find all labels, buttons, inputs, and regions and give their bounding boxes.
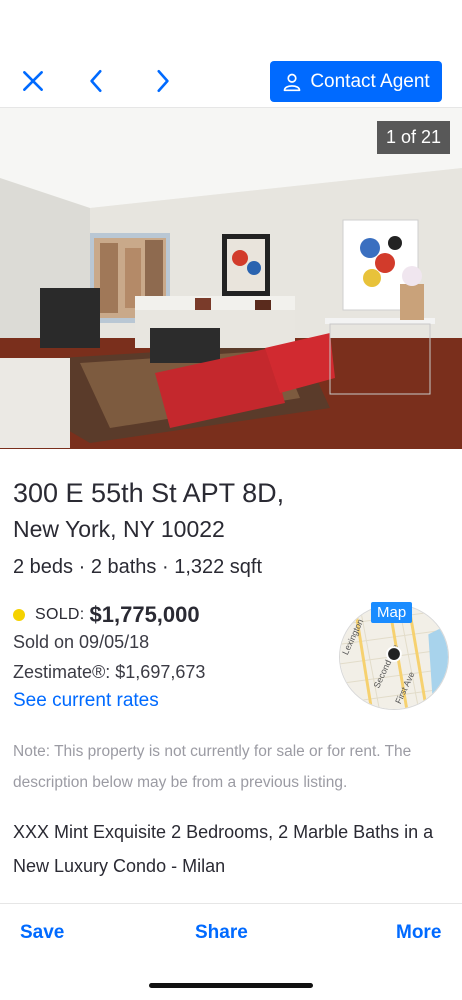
sale-price: $1,775,000	[89, 602, 200, 627]
status-dot-icon	[13, 609, 25, 621]
zestimate: Zestimate®: $1,697,673	[13, 662, 206, 682]
contact-agent-button[interactable]: Contact Agent	[270, 61, 442, 102]
chevron-left-icon[interactable]	[80, 64, 114, 98]
share-button[interactable]: Share	[195, 922, 248, 944]
chevron-right-icon[interactable]	[145, 64, 179, 98]
address-line-1: 300 E 55th St APT 8D,	[13, 478, 285, 508]
top-bar: Contact Agent	[0, 0, 462, 108]
listing-photo[interactable]: 1 of 21	[0, 108, 462, 449]
listing-description: XXX Mint Exquisite 2 Bedrooms, 2 Marble …	[13, 822, 434, 876]
property-facts: 2 beds · 2 baths · 1,322 sqft	[13, 556, 263, 578]
map-badge[interactable]: Map	[371, 602, 413, 623]
listing-note: Note: This property is not currently for…	[13, 743, 412, 791]
status-label: SOLD:	[35, 606, 85, 623]
photo-counter: 1 of 21	[376, 121, 450, 154]
more-button[interactable]: More	[396, 922, 441, 944]
save-button[interactable]: Save	[20, 922, 64, 944]
see-current-rates-link[interactable]: See current rates	[13, 690, 159, 712]
living-room-image	[0, 108, 462, 449]
user-icon	[283, 73, 301, 91]
address-line-2: New York, NY 10022	[13, 516, 225, 542]
action-bar: Save Share More	[0, 903, 462, 963]
sale-status: SOLD: $1,775,000	[13, 602, 200, 628]
home-indicator[interactable]	[149, 983, 313, 988]
close-icon[interactable]	[16, 64, 50, 98]
sold-date: Sold on 09/05/18	[13, 632, 150, 652]
contact-agent-label: Contact Agent	[310, 70, 430, 92]
